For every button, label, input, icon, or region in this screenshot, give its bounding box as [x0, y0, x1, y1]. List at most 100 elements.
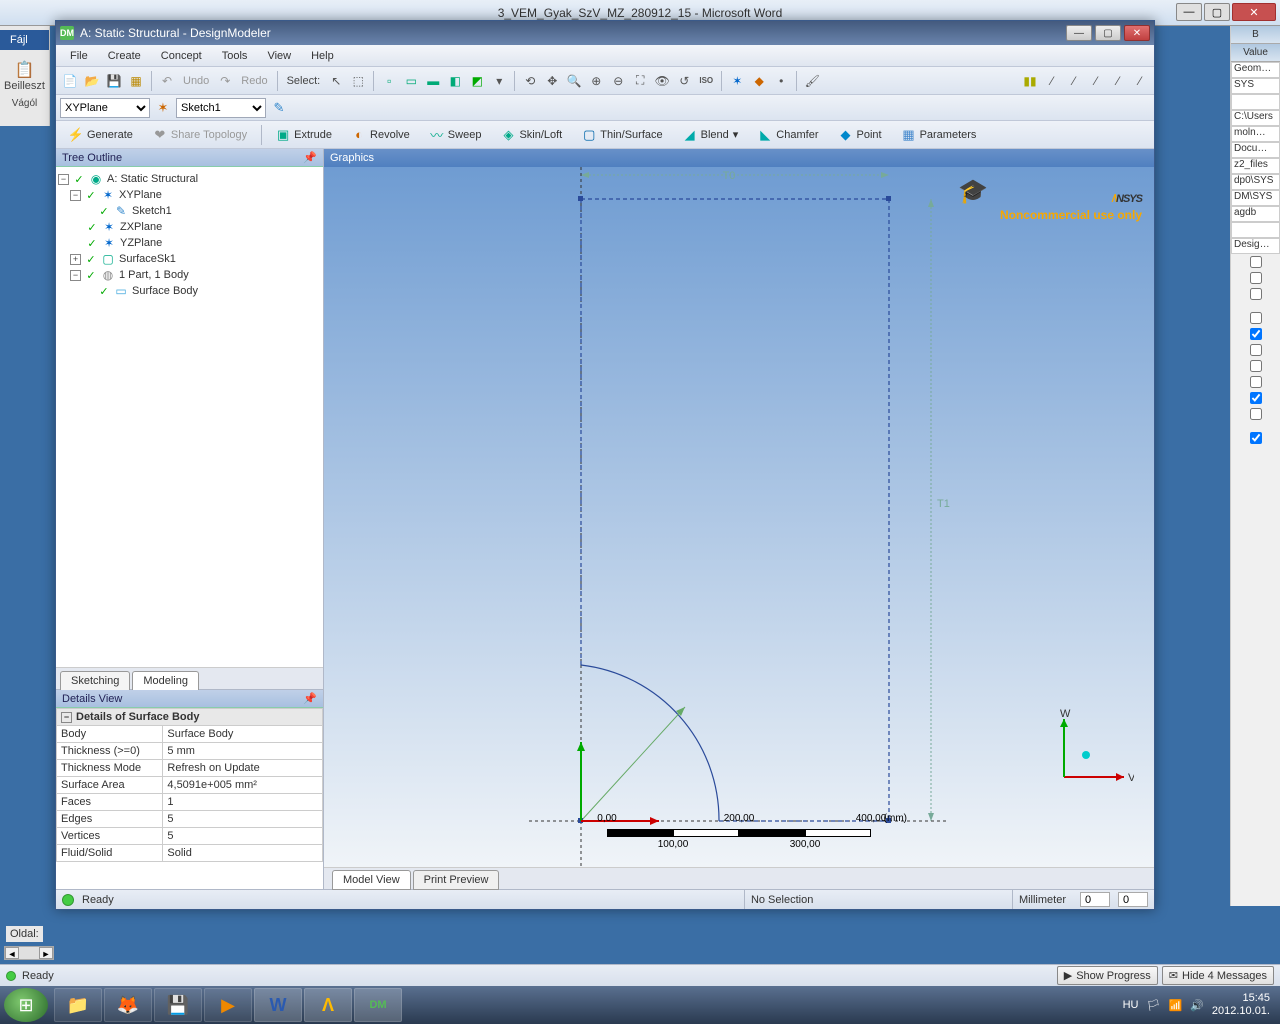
dm-minimize-button[interactable]: — — [1066, 25, 1092, 41]
taskbar-dm[interactable]: DM — [354, 988, 402, 1022]
tray-flag-icon[interactable]: 🏳 — [1147, 999, 1161, 1012]
edge-color1-icon[interactable]: ⁄ — [1042, 71, 1062, 91]
dm-close-button[interactable]: ✕ — [1124, 25, 1150, 41]
taskbar-mediaplayer[interactable]: ▶ — [204, 988, 252, 1022]
export-icon[interactable]: ▦ — [126, 71, 146, 91]
filter-edge-icon[interactable]: ▭ — [401, 71, 421, 91]
status-field-2[interactable] — [1118, 892, 1148, 907]
props-checkbox[interactable] — [1231, 286, 1280, 302]
zoom-box-icon[interactable]: 🔍 — [564, 71, 584, 91]
plane-new-icon[interactable]: ✶ — [727, 71, 747, 91]
extend-sel-icon[interactable]: ▾ — [489, 71, 509, 91]
edge-color5-icon[interactable]: ⁄ — [1130, 71, 1150, 91]
taskbar-ansys[interactable]: Λ — [304, 988, 352, 1022]
word-paste-button[interactable]: 📋Beilleszt — [0, 60, 49, 92]
details-grid[interactable]: −Details of Surface Body BodySurface Bod… — [56, 708, 323, 889]
menu-create[interactable]: Create — [100, 48, 149, 64]
tree-outline[interactable]: −✓◉A: Static Structural −✓✶XYPlane ✓✎Ske… — [56, 167, 323, 667]
sketch-select[interactable]: Sketch1 — [176, 98, 266, 118]
select-box-icon[interactable]: ⬚ — [348, 71, 368, 91]
props-checkbox[interactable] — [1231, 342, 1280, 358]
share-topology-button[interactable]: ❤Share Topology — [144, 124, 256, 146]
parameters-button[interactable]: ▦Parameters — [893, 124, 986, 146]
tree-surfacesk1[interactable]: SurfaceSk1 — [119, 253, 176, 265]
paint-icon[interactable]: 🖌 — [802, 71, 822, 91]
props-checkbox[interactable] — [1231, 270, 1280, 286]
display-icon[interactable]: ▮▮ — [1020, 71, 1040, 91]
skin-loft-button[interactable]: ◈Skin/Loft — [492, 124, 571, 146]
redo-label[interactable]: Redo — [237, 75, 271, 87]
zoom-out-icon[interactable]: ⊖ — [608, 71, 628, 91]
props-checkbox[interactable] — [1231, 358, 1280, 374]
filter-body-icon[interactable]: ◧ — [445, 71, 465, 91]
revolve-button[interactable]: ◐Revolve — [343, 124, 419, 146]
redo-icon[interactable]: ↷ — [215, 71, 235, 91]
plane-select[interactable]: XYPlane — [60, 98, 150, 118]
tree-root[interactable]: A: Static Structural — [107, 173, 198, 185]
edge-color3-icon[interactable]: ⁄ — [1086, 71, 1106, 91]
props-checkbox[interactable] — [1231, 430, 1280, 446]
tree-zxplane[interactable]: ZXPlane — [120, 221, 162, 233]
thin-surface-button[interactable]: ▢Thin/Surface — [573, 124, 671, 146]
props-checkbox[interactable] — [1231, 310, 1280, 326]
new-plane-icon[interactable]: ✶ — [154, 99, 172, 117]
word-hscroll[interactable]: ◄► — [4, 946, 54, 960]
word-close-button[interactable]: ✕ — [1232, 3, 1276, 21]
show-progress-button[interactable]: ▶Show Progress — [1057, 966, 1158, 985]
taskbar-explorer[interactable]: 📁 — [54, 988, 102, 1022]
sweep-button[interactable]: 〰Sweep — [421, 124, 491, 146]
point-tool-icon[interactable]: • — [771, 71, 791, 91]
dm-titlebar[interactable]: DM A: Static Structural - DesignModeler … — [56, 21, 1154, 45]
look-at-icon[interactable]: 👁 — [652, 71, 672, 91]
iso-view-icon[interactable]: ISO — [696, 71, 716, 91]
menu-help[interactable]: Help — [303, 48, 342, 64]
pan-icon[interactable]: ✥ — [542, 71, 562, 91]
props-checkbox[interactable] — [1231, 326, 1280, 342]
menu-tools[interactable]: Tools — [214, 48, 256, 64]
system-tray[interactable]: HU 🏳 📶 🔊 15:45 2012.10.01. — [1123, 992, 1276, 1018]
word-file-tab[interactable]: Fájl — [0, 30, 49, 50]
word-minimize-button[interactable]: — — [1176, 3, 1202, 21]
props-checkbox[interactable] — [1231, 374, 1280, 390]
filter-point-icon[interactable]: ▫ — [379, 71, 399, 91]
pin-icon[interactable]: 📌 — [303, 690, 317, 708]
tree-xyplane[interactable]: XYPlane — [119, 189, 162, 201]
tray-lang[interactable]: HU — [1123, 999, 1139, 1011]
undo-icon[interactable]: ↶ — [157, 71, 177, 91]
chamfer-button[interactable]: ◣Chamfer — [749, 124, 827, 146]
body-icon[interactable]: ◆ — [749, 71, 769, 91]
taskbar-firefox[interactable]: 🦊 — [104, 988, 152, 1022]
zoom-fit-icon[interactable]: ⛶ — [630, 71, 650, 91]
open-icon[interactable]: 📂 — [82, 71, 102, 91]
blend-button[interactable]: ◢Blend ▾ — [674, 124, 748, 146]
tab-sketching[interactable]: Sketching — [60, 671, 130, 690]
menu-concept[interactable]: Concept — [153, 48, 210, 64]
zoom-in-icon[interactable]: ⊕ — [586, 71, 606, 91]
tree-part[interactable]: 1 Part, 1 Body — [119, 269, 189, 281]
filter-face-icon[interactable]: ▬ — [423, 71, 443, 91]
tray-volume-icon[interactable]: 🔊 — [1190, 999, 1204, 1012]
tab-modeling[interactable]: Modeling — [132, 671, 199, 690]
props-checkbox[interactable] — [1231, 390, 1280, 406]
word-maximize-button[interactable]: ▢ — [1204, 3, 1230, 21]
save-icon[interactable]: 💾 — [104, 71, 124, 91]
tree-yzplane[interactable]: YZPlane — [120, 237, 162, 249]
select-arrow-icon[interactable]: ↖ — [326, 71, 346, 91]
filter-all-icon[interactable]: ◩ — [467, 71, 487, 91]
tree-surfacebody[interactable]: Surface Body — [132, 285, 198, 297]
details-section[interactable]: Details of Surface Body — [76, 711, 199, 723]
prev-view-icon[interactable]: ↺ — [674, 71, 694, 91]
generate-button[interactable]: ⚡Generate — [60, 124, 142, 146]
props-checkbox[interactable] — [1231, 406, 1280, 422]
taskbar-notepad[interactable]: 💾 — [154, 988, 202, 1022]
tab-model-view[interactable]: Model View — [332, 870, 411, 890]
view-triad[interactable]: V W — [1044, 707, 1134, 797]
edge-color4-icon[interactable]: ⁄ — [1108, 71, 1128, 91]
start-button[interactable] — [4, 988, 48, 1022]
dm-maximize-button[interactable]: ▢ — [1095, 25, 1121, 41]
status-field-1[interactable] — [1080, 892, 1110, 907]
menu-view[interactable]: View — [259, 48, 299, 64]
props-checkbox[interactable] — [1231, 254, 1280, 270]
tray-network-icon[interactable]: 📶 — [1168, 999, 1182, 1012]
tray-clock[interactable]: 15:45 2012.10.01. — [1212, 992, 1270, 1018]
